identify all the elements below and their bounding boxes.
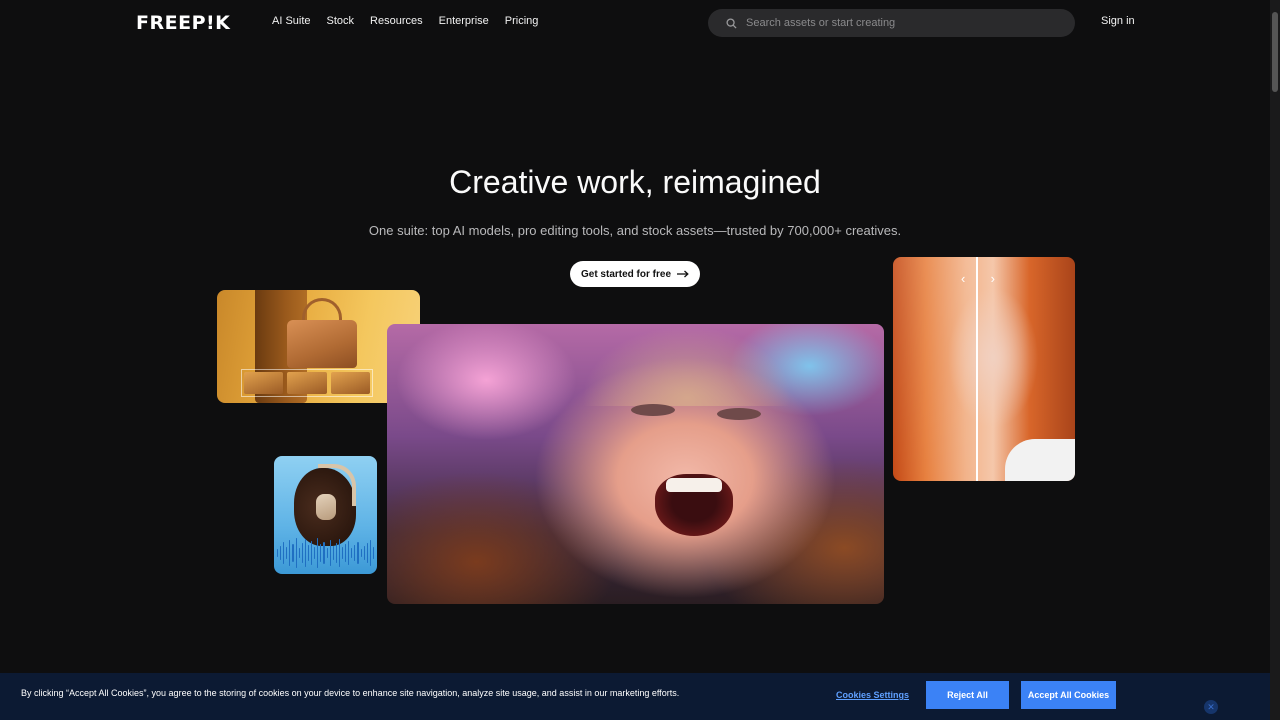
nav-stock[interactable]: Stock [327, 15, 355, 27]
waveform-bar [335, 543, 337, 563]
accept-all-cookies-button[interactable]: Accept All Cookies [1021, 681, 1116, 709]
nav-pricing[interactable]: Pricing [505, 15, 539, 27]
arrow-right-icon [677, 270, 689, 278]
scrollbar-thumb[interactable] [1272, 12, 1278, 92]
audio-waveform [274, 536, 377, 570]
waveform-bar [332, 546, 334, 560]
search-input[interactable] [746, 17, 1046, 29]
waveform-bar [289, 540, 291, 566]
cookie-banner: By clicking “Accept All Cookies”, you ag… [0, 673, 1270, 720]
waveform-bar [323, 542, 325, 564]
chevron-right-icon[interactable]: › [991, 271, 995, 286]
waveform-bar [372, 547, 374, 559]
page-scrollbar[interactable] [1270, 0, 1280, 720]
waveform-bar [338, 539, 340, 567]
waveform-bar [354, 545, 356, 561]
waveform-bar [311, 541, 313, 565]
waveform-bar [280, 546, 282, 560]
waveform-bar [360, 549, 362, 557]
hero-subtitle: One suite: top AI models, pro editing to… [368, 223, 902, 238]
nav-ai-suite[interactable]: AI Suite [272, 15, 311, 27]
cookies-settings-button[interactable]: Cookies Settings [836, 690, 909, 700]
sign-in-link[interactable]: Sign in [1101, 15, 1135, 27]
hero-title: Creative work, reimagined [449, 164, 821, 200]
site-header: FREEP!K AI Suite Stock Resources Enterpr… [0, 0, 1280, 46]
cookie-consent-text: By clicking “Accept All Cookies”, you ag… [21, 688, 680, 698]
waveform-bar [366, 543, 368, 563]
portrait-comparison-image: ‹ › [893, 257, 1075, 481]
waveform-bar [298, 548, 300, 558]
waveform-bar [320, 544, 322, 562]
waveform-bar [283, 542, 285, 564]
waveform-bar [277, 549, 279, 557]
waveform-bar [307, 545, 310, 561]
waveform-bar [363, 546, 365, 560]
nav-enterprise[interactable]: Enterprise [439, 15, 489, 27]
waveform-bar [304, 539, 306, 567]
headphones-audio-image [274, 456, 377, 574]
main-nav: AI Suite Stock Resources Enterprise Pric… [272, 15, 554, 27]
waveform-bar [314, 547, 316, 559]
waveform-bar [348, 541, 350, 565]
chevron-left-icon[interactable]: ‹ [961, 271, 965, 286]
waveform-bar [357, 542, 359, 564]
waveform-bar [351, 548, 353, 558]
close-icon[interactable]: ✕ [1204, 700, 1218, 714]
get-started-button[interactable]: Get started for free [570, 261, 700, 287]
waveform-bar [295, 538, 297, 568]
freepik-logo[interactable]: FREEP!K [136, 12, 230, 34]
waveform-bar [286, 547, 288, 559]
search-icon [726, 17, 737, 29]
comparison-slider-handle[interactable] [976, 257, 978, 481]
waveform-bar [341, 547, 344, 559]
reject-all-button[interactable]: Reject All [926, 681, 1009, 709]
waveform-bar [329, 540, 331, 566]
waveform-bar [301, 543, 303, 563]
variation-thumbnails [241, 369, 373, 397]
laughing-child-video-image [387, 324, 884, 604]
get-started-label: Get started for free [580, 268, 672, 280]
search-bar[interactable] [708, 9, 1075, 37]
waveform-bar [317, 538, 319, 568]
waveform-bar [326, 548, 328, 558]
waveform-bar [345, 544, 347, 562]
waveform-bar [292, 544, 294, 562]
waveform-bar [369, 540, 371, 566]
nav-resources[interactable]: Resources [370, 15, 423, 27]
